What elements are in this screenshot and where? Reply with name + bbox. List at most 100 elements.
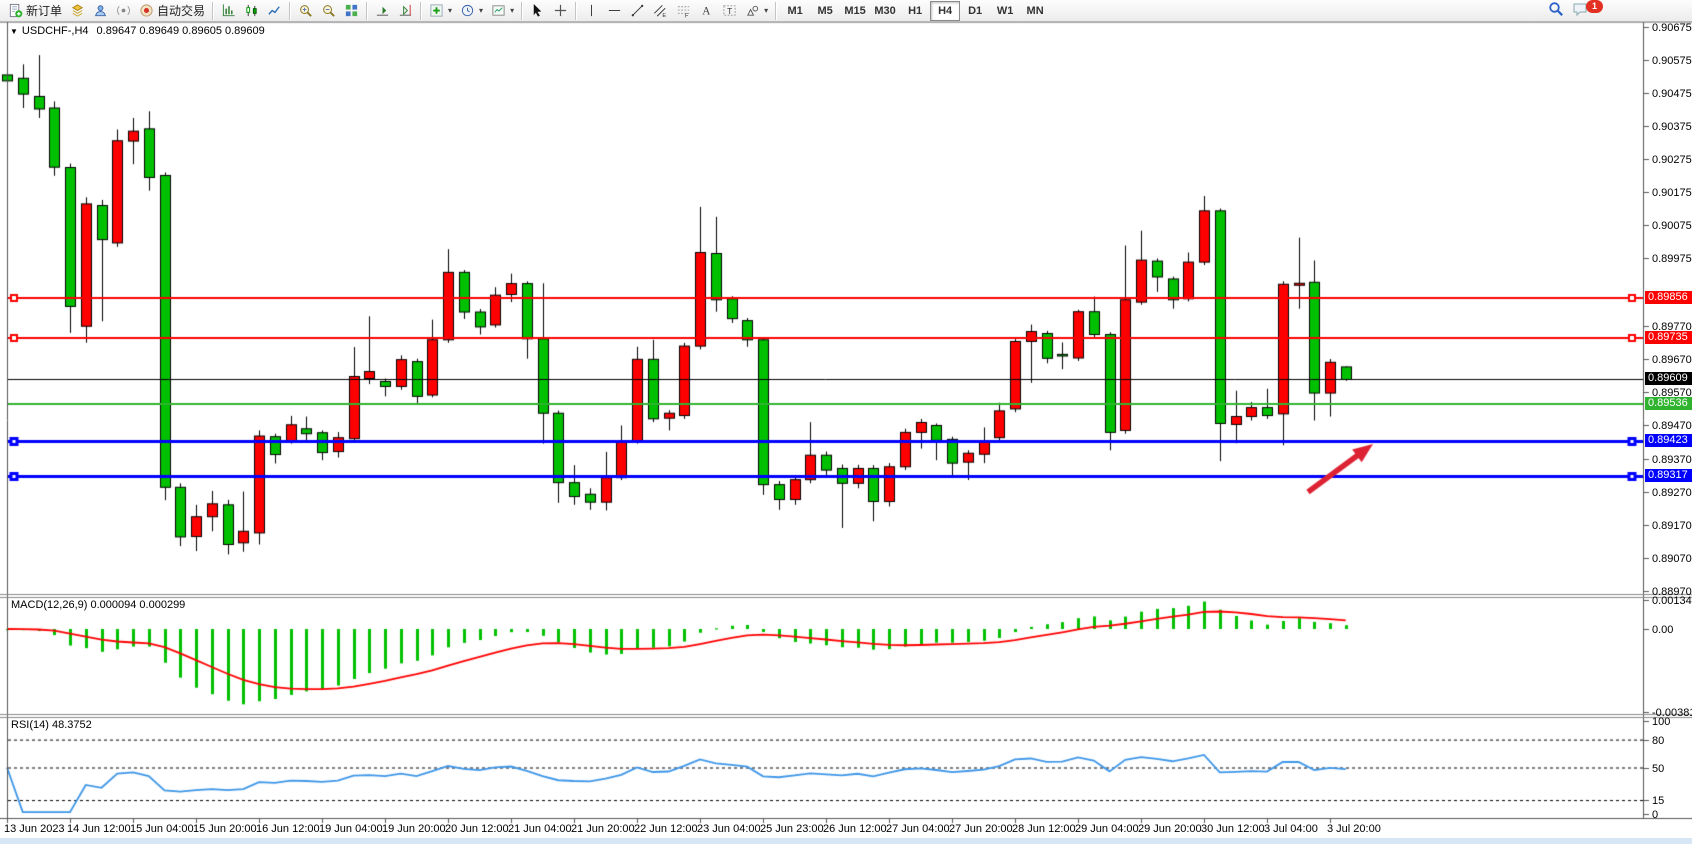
time-axis-label: 19 Jun 04:00 <box>319 823 383 835</box>
toolbar-button-label: 自动交易 <box>157 2 205 19</box>
timeframe-m1-button[interactable]: M1 <box>780 1 810 21</box>
periods-button[interactable]: ▾ <box>456 0 487 22</box>
chart-shift-button[interactable] <box>394 0 417 22</box>
price-chart-canvas[interactable] <box>0 0 1692 844</box>
timeframe-mn-button[interactable]: MN <box>1020 1 1050 21</box>
rsi-axis-tick: 100 <box>1652 716 1670 728</box>
tile-windows-button[interactable] <box>340 0 363 22</box>
price-axis-tick: 0.90275 <box>1652 154 1692 166</box>
time-axis-label: 14 Jun 12:00 <box>67 823 131 835</box>
charts-gold-icon <box>70 3 85 18</box>
time-axis-label: 15 Jun 04:00 <box>130 823 194 835</box>
price-tag: 0.89609 <box>1645 372 1692 385</box>
crosshair-icon <box>553 3 568 18</box>
notification-badge: 1 <box>1586 0 1603 13</box>
time-axis-label: 21 Jun 04:00 <box>508 823 572 835</box>
price-axis-tick: 0.89670 <box>1652 354 1692 366</box>
toolbar-separator <box>366 2 368 20</box>
time-axis-label: 28 Jun 12:00 <box>1012 823 1076 835</box>
profile-button[interactable] <box>89 0 112 22</box>
channel-icon: E <box>653 3 668 18</box>
autoscroll-button[interactable] <box>371 0 394 22</box>
chart-dropdown-icon[interactable]: ▼ <box>10 27 18 36</box>
hline-button[interactable] <box>603 0 626 22</box>
time-axis-label: 21 Jun 20:00 <box>571 823 635 835</box>
vline-icon <box>584 3 599 18</box>
toolbar-separator <box>575 2 577 20</box>
time-axis-label: 29 Jun 04:00 <box>1075 823 1139 835</box>
price-axis-tick: 0.89975 <box>1652 253 1692 265</box>
time-axis-label: 15 Jun 20:00 <box>193 823 257 835</box>
text-button[interactable]: A <box>695 0 718 22</box>
svg-text:F: F <box>685 14 689 18</box>
zoom-in-button[interactable] <box>294 0 317 22</box>
price-tag: 0.89536 <box>1645 397 1692 410</box>
price-axis-tick: 0.89470 <box>1652 420 1692 432</box>
rsi-axis-tick: 80 <box>1652 735 1664 747</box>
indicators-button[interactable]: ▾ <box>425 0 456 22</box>
price-axis-tick: 0.89170 <box>1652 520 1692 532</box>
templates-icon <box>491 3 506 18</box>
chevron-down-icon: ▾ <box>448 6 452 15</box>
search-icon[interactable] <box>1548 1 1564 22</box>
time-axis-label: 23 Jun 04:00 <box>697 823 761 835</box>
chevron-down-icon: ▾ <box>479 6 483 15</box>
crosshair-button[interactable] <box>549 0 572 22</box>
shapes-icon <box>745 3 760 18</box>
price-axis-tick: 0.90575 <box>1652 55 1692 67</box>
line-chart-icon <box>267 3 282 18</box>
chevron-down-icon: ▾ <box>510 6 514 15</box>
time-axis-label: 13 Jun 2023 <box>4 823 65 835</box>
zoom-in-icon <box>298 3 313 18</box>
timeframe-d1-button[interactable]: D1 <box>960 1 990 21</box>
cursor-button[interactable] <box>526 0 549 22</box>
price-axis-tick: 0.89370 <box>1652 454 1692 466</box>
trendline-button[interactable] <box>626 0 649 22</box>
zoom-out-button[interactable] <box>317 0 340 22</box>
bar-chart-button[interactable] <box>217 0 240 22</box>
label-button[interactable]: T <box>718 0 741 22</box>
autoscroll-icon <box>375 3 390 18</box>
time-axis-label: 19 Jun 20:00 <box>382 823 446 835</box>
macd-axis-tick: 0.001349 <box>1652 595 1692 607</box>
templates-button[interactable]: ▾ <box>487 0 518 22</box>
chart-symbol-period: USDCHF-,H4 <box>22 25 89 37</box>
time-axis-label: 22 Jun 12:00 <box>634 823 698 835</box>
timeframe-m30-button[interactable]: M30 <box>870 1 900 21</box>
time-axis-label: 30 Jun 12:00 <box>1201 823 1265 835</box>
new-order-button[interactable]: 新订单 <box>4 0 66 22</box>
toolbar: 新订单自动交易▾▾▾EFAT▾M1M5M15M30H1H4D1W1MN1 <box>0 0 1692 22</box>
rsi-axis-tick: 50 <box>1652 763 1664 775</box>
line-chart-button[interactable] <box>263 0 286 22</box>
price-axis-tick: 0.90175 <box>1652 187 1692 199</box>
signals-button[interactable] <box>112 0 135 22</box>
price-axis-tick: 0.90675 <box>1652 22 1692 34</box>
time-axis-label: 27 Jun 20:00 <box>949 823 1013 835</box>
price-axis-tick: 0.90475 <box>1652 88 1692 100</box>
timeframe-h1-button[interactable]: H1 <box>900 1 930 21</box>
mt4-window: 新订单自动交易▾▾▾EFAT▾M1M5M15M30H1H4D1W1MN1 ▼US… <box>0 0 1692 844</box>
rsi-current-value: 48.3752 <box>52 719 92 731</box>
charts-gold-button[interactable] <box>66 0 89 22</box>
price-axis-tick: 0.89270 <box>1652 487 1692 499</box>
rsi-axis-tick: 15 <box>1652 795 1664 807</box>
timeframe-h4-button[interactable]: H4 <box>930 1 960 21</box>
macd-axis-tick: 0.00 <box>1652 624 1673 636</box>
vline-button[interactable] <box>580 0 603 22</box>
toolbar-separator <box>212 2 214 20</box>
signals-icon <box>116 3 131 18</box>
time-axis-label: 29 Jun 20:00 <box>1138 823 1202 835</box>
candle-chart-button[interactable] <box>240 0 263 22</box>
channel-button[interactable]: E <box>649 0 672 22</box>
timeframe-m15-button[interactable]: M15 <box>840 1 870 21</box>
shapes-button[interactable]: ▾ <box>741 0 772 22</box>
svg-text:A: A <box>702 6 711 18</box>
time-axis-label: 20 Jun 12:00 <box>445 823 509 835</box>
time-axis-label: 3 Jul 04:00 <box>1264 823 1318 835</box>
timeframe-m5-button[interactable]: M5 <box>810 1 840 21</box>
autotrading-button[interactable]: 自动交易 <box>135 0 209 22</box>
fibo-button[interactable]: F <box>672 0 695 22</box>
indicators-icon <box>429 3 444 18</box>
time-axis-label: 27 Jun 04:00 <box>886 823 950 835</box>
timeframe-w1-button[interactable]: W1 <box>990 1 1020 21</box>
